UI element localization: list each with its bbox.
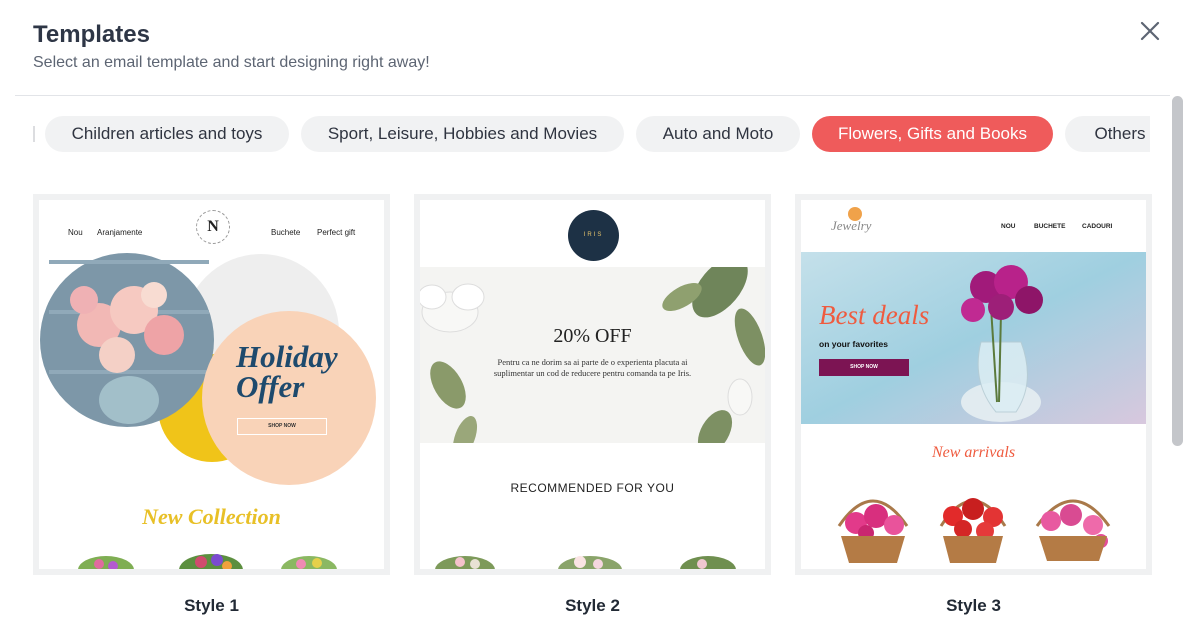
modal-title: Templates <box>33 21 150 48</box>
bouquet-thumbnails <box>435 556 736 569</box>
preview-nav-item: Buchete <box>271 228 301 237</box>
headline: Holiday Offer <box>236 339 338 404</box>
scrollbar-thumb[interactable] <box>1172 96 1183 446</box>
template-card-style-3[interactable]: Jewelry NOU BUCHETE CADOURI Best deals o… <box>795 194 1152 575</box>
template-preview: Jewelry NOU BUCHETE CADOURI Best deals o… <box>801 200 1146 569</box>
modal-subtitle: Select an email template and start desig… <box>33 54 430 71</box>
bouquet-thumbnails <box>78 554 337 569</box>
chip-sport-leisure-hobbies-movies[interactable]: Sport, Leisure, Hobbies and Movies <box>301 116 624 152</box>
chip-flowers-gifts-and-books[interactable]: Flowers, Gifts and Books <box>812 116 1053 152</box>
headline-line: Offer <box>236 369 305 404</box>
category-chips: Children articles and toys Sport, Leisur… <box>33 116 1150 152</box>
preview-nav-item: Perfect gift <box>317 228 356 237</box>
deals-hero-image <box>801 252 1146 424</box>
promo-hero-image <box>420 256 765 458</box>
flower-vase-image <box>801 252 1146 424</box>
preview-nav-item: Nou <box>68 228 83 237</box>
flower-basket-thumbnails <box>837 498 1111 563</box>
deals-subheadline: on your favorites <box>819 339 888 349</box>
shop-now-button: SHOP NOW <box>237 418 327 435</box>
preview-nav-item: NOU <box>1001 223 1016 230</box>
shop-now-button: SHOP NOW <box>819 359 909 376</box>
section-title: New arrivals <box>931 444 1016 461</box>
template-label-style-3[interactable]: Style 3 <box>795 596 1152 616</box>
preview-nav-item: BUCHETE <box>1034 223 1066 230</box>
close-icon <box>1140 21 1160 41</box>
deals-headline: Best deals <box>819 300 930 330</box>
brand-logo: Jewelry <box>831 218 872 233</box>
preview-nav-item: Aranjamente <box>97 228 143 237</box>
section-title: New Collection <box>142 504 281 529</box>
preview-nav-item: CADOURI <box>1082 223 1113 230</box>
promo-headline: 20% OFF <box>553 325 632 347</box>
modal-header: Templates Select an email template and s… <box>33 20 430 72</box>
section-title: RECOMMENDED FOR YOU <box>510 481 675 495</box>
brand-logo: IRIS <box>568 210 619 261</box>
chip-overflow-edge <box>33 126 35 142</box>
template-label-style-1[interactable]: Style 1 <box>33 596 390 616</box>
template-card-style-2[interactable]: IRIS 20% OFF Pentru ca ne dorim sa ai pa… <box>414 194 771 575</box>
brand-logo: N <box>196 210 230 244</box>
template-preview: Nou Aranjamente N Buchete Perfect gift H… <box>39 200 384 569</box>
promo-body: Pentru ca ne dorim sa ai parte de o expe… <box>493 357 692 378</box>
close-button[interactable] <box>1138 19 1162 43</box>
template-preview: IRIS 20% OFF Pentru ca ne dorim sa ai pa… <box>420 200 765 569</box>
template-label-style-2[interactable]: Style 2 <box>414 596 771 616</box>
chip-others[interactable]: Others <box>1065 116 1150 152</box>
header-divider <box>15 95 1170 96</box>
headline-line: Holiday <box>236 339 338 374</box>
template-card-style-1[interactable]: Nou Aranjamente N Buchete Perfect gift H… <box>33 194 390 575</box>
chip-children-articles-and-toys[interactable]: Children articles and toys <box>45 116 289 152</box>
cotton-leaves-decoration <box>420 256 765 458</box>
chip-auto-and-moto[interactable]: Auto and Moto <box>636 116 800 152</box>
